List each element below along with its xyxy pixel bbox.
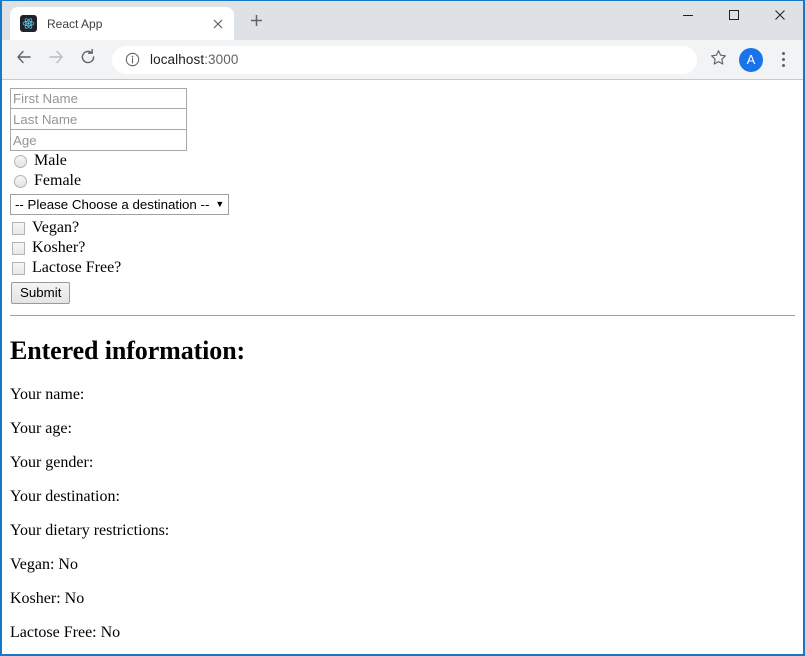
destination-select-value: -- Please Choose a destination -- xyxy=(15,197,210,212)
reload-icon xyxy=(79,48,97,71)
diet-label-lactose-free: Lactose Free? xyxy=(32,259,122,276)
info-circle-icon[interactable] xyxy=(124,52,140,68)
checkbox-vegan-icon[interactable] xyxy=(12,221,25,235)
result-vegan: Vegan: No xyxy=(10,556,78,573)
forward-arrow-icon xyxy=(47,48,65,71)
diet-option-kosher[interactable]: Kosher? xyxy=(10,238,795,258)
forward-button[interactable] xyxy=(40,44,72,76)
entered-information-heading: Entered information: xyxy=(10,336,246,365)
gender-label-female: Female xyxy=(34,172,82,189)
star-icon xyxy=(710,49,727,71)
checkbox-lactose-free-icon[interactable] xyxy=(12,261,25,275)
result-your-name: Your name: xyxy=(10,386,85,403)
browser-toolbar: localhost:3000 A xyxy=(2,40,803,80)
diet-label-vegan: Vegan? xyxy=(32,219,80,236)
last-name-input[interactable] xyxy=(10,109,187,130)
plus-icon xyxy=(250,14,263,32)
checkbox-kosher-icon[interactable] xyxy=(12,241,25,255)
tab-close-icon[interactable] xyxy=(210,16,226,32)
reload-button[interactable] xyxy=(72,44,104,76)
gender-label-male: Male xyxy=(34,152,67,169)
chevron-down-icon: ▼ xyxy=(215,199,225,209)
url-host: localhost xyxy=(150,52,205,67)
minimize-icon xyxy=(682,8,694,26)
age-input[interactable] xyxy=(10,130,187,151)
address-bar[interactable]: localhost:3000 xyxy=(112,45,697,74)
url-port: :3000 xyxy=(204,52,239,67)
browser-window: React App localhost:3000 A First Name La… xyxy=(0,0,805,656)
three-dots-icon xyxy=(781,58,785,61)
back-button[interactable] xyxy=(8,44,40,76)
window-maximize-button[interactable] xyxy=(711,1,757,33)
close-icon xyxy=(774,8,786,26)
three-dots-icon xyxy=(781,64,785,67)
tab-title: React App xyxy=(47,16,103,31)
radio-female-icon[interactable] xyxy=(14,174,27,188)
react-app-root: Male Female -- Please Choose a destinati… xyxy=(10,88,795,642)
radio-male-icon[interactable] xyxy=(14,154,27,168)
diet-label-kosher: Kosher? xyxy=(32,239,86,256)
result-your-destination: Your destination: xyxy=(10,488,120,505)
result-your-age: Your age: xyxy=(10,420,72,437)
result-your-dietary-restrictions: Your dietary restrictions: xyxy=(10,522,170,539)
back-arrow-icon xyxy=(15,48,33,71)
bookmark-button[interactable] xyxy=(703,45,733,75)
browser-menu-button[interactable] xyxy=(769,45,797,75)
page-viewport: Male Female -- Please Choose a destinati… xyxy=(2,80,803,654)
window-controls xyxy=(665,1,803,33)
gender-option-male[interactable]: Male xyxy=(10,151,795,171)
maximize-icon xyxy=(728,8,740,26)
avatar[interactable]: A xyxy=(739,47,763,72)
traveler-form: Male Female -- Please Choose a destinati… xyxy=(10,88,795,304)
result-kosher: Kosher: No xyxy=(10,590,85,607)
gender-option-female[interactable]: Female xyxy=(10,171,795,191)
diet-option-lactose-free[interactable]: Lactose Free? xyxy=(10,258,795,278)
first-name-input[interactable] xyxy=(10,88,187,109)
destination-select[interactable]: -- Please Choose a destination -- ▼ xyxy=(10,194,230,215)
window-close-button[interactable] xyxy=(757,1,803,33)
result-your-gender: Your gender: xyxy=(10,454,94,471)
new-tab-button[interactable] xyxy=(242,9,270,37)
react-logo-icon xyxy=(20,15,37,32)
window-minimize-button[interactable] xyxy=(665,1,711,33)
browser-tab-react-app[interactable]: React App xyxy=(10,7,234,40)
section-divider xyxy=(10,315,795,316)
submit-button[interactable]: Submit xyxy=(11,282,71,304)
result-lactose-free: Lactose Free: No xyxy=(10,624,121,641)
three-dots-icon xyxy=(781,52,785,55)
tab-strip: React App xyxy=(2,1,803,40)
address-bar-url: localhost:3000 xyxy=(150,52,238,67)
diet-option-vegan[interactable]: Vegan? xyxy=(10,218,795,238)
